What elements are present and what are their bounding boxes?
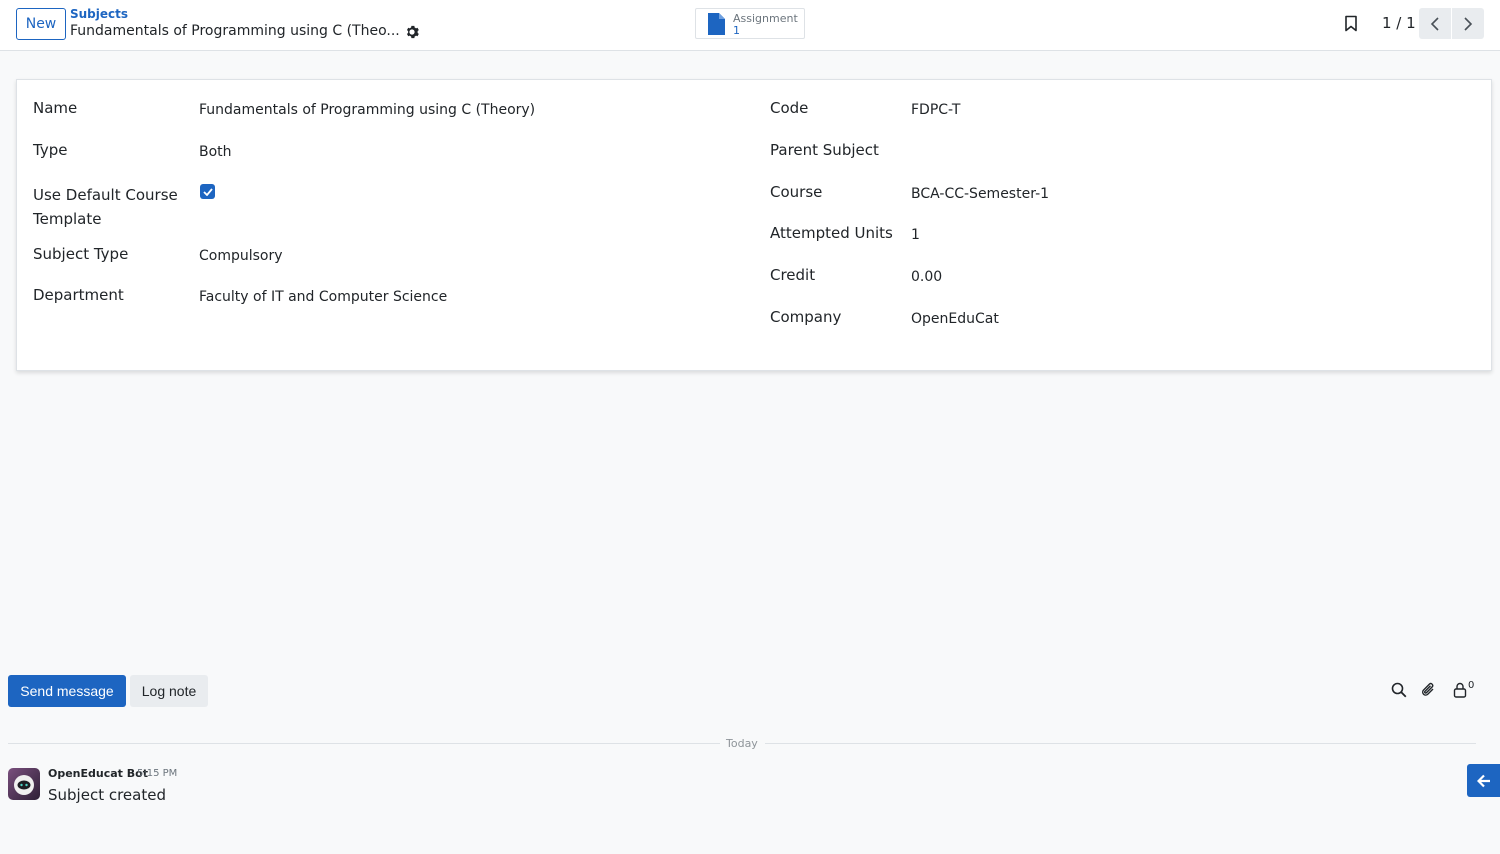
chatter-toggle-button[interactable] (1467, 764, 1500, 797)
field-value-code[interactable]: FDPC-T (911, 102, 960, 118)
control-panel: New Subjects Fundamentals of Programming… (0, 0, 1500, 51)
arrow-left-icon (1476, 774, 1490, 787)
follower-count: 0 (1468, 680, 1475, 691)
field-label-credit: Credit (770, 266, 816, 284)
field-value-credit[interactable]: 0.00 (911, 269, 942, 285)
pager-next-button[interactable] (1452, 8, 1484, 39)
message-body: Subject created (48, 786, 166, 804)
followers-icon[interactable] (1451, 681, 1469, 699)
field-label-subject-type: Subject Type (33, 245, 129, 263)
field-value-type[interactable]: Both (199, 144, 232, 160)
avatar[interactable] (8, 768, 40, 800)
field-label-course: Course (770, 183, 823, 201)
message-author[interactable]: OpenEducat Bot (48, 767, 148, 780)
paperclip-icon[interactable] (1420, 681, 1438, 699)
document-icon (708, 13, 725, 35)
field-value-department[interactable]: Faculty of IT and Computer Science (199, 289, 447, 305)
breadcrumb-subjects[interactable]: Subjects (70, 7, 128, 21)
field-label-type: Type (33, 141, 68, 159)
message-time: 5:15 PM (137, 768, 178, 779)
send-message-button[interactable]: Send message (8, 675, 126, 707)
bookmark-icon[interactable] (1344, 15, 1358, 32)
breadcrumb-current-record: Fundamentals of Programming using C (The… (70, 23, 400, 39)
pager-previous-button[interactable] (1419, 8, 1451, 39)
field-value-attempted-units[interactable]: 1 (911, 227, 920, 243)
field-label-name: Name (33, 99, 78, 117)
field-label-code: Code (770, 99, 809, 117)
field-value-company[interactable]: OpenEduCat (911, 311, 999, 327)
field-value-name[interactable]: Fundamentals of Programming using C (The… (199, 102, 535, 118)
check-icon (202, 187, 213, 196)
new-button[interactable]: New (16, 8, 66, 40)
use-default-template-checkbox[interactable] (200, 184, 215, 199)
date-divider-right (765, 743, 1476, 744)
field-label-attempted-units: Attempted Units (770, 224, 893, 242)
field-label-parent-subject: Parent Subject (770, 141, 879, 159)
date-separator: Today (726, 737, 758, 750)
field-label-company: Company (770, 308, 842, 326)
robot-avatar-icon (14, 775, 34, 795)
field-label-use-default-course-template: Use Default Course Template (33, 186, 178, 228)
assignment-smart-button[interactable]: Assignment 1 (695, 8, 805, 39)
field-label-department: Department (33, 286, 124, 304)
search-icon[interactable] (1390, 681, 1408, 699)
smart-button-label: Assignment (733, 12, 798, 25)
smart-button-count: 1 (733, 24, 740, 37)
chevron-right-icon (1464, 16, 1473, 31)
log-note-button[interactable]: Log note (130, 675, 208, 707)
gear-icon[interactable] (405, 25, 419, 39)
form-sheet: Name Fundamentals of Programming using C… (16, 79, 1492, 371)
date-divider-left (8, 743, 720, 744)
field-value-subject-type[interactable]: Compulsory (199, 248, 283, 264)
chevron-left-icon (1430, 16, 1439, 31)
pager-value[interactable]: 1 / 1 (1382, 14, 1416, 32)
field-value-course[interactable]: BCA-CC-Semester-1 (911, 186, 1049, 202)
